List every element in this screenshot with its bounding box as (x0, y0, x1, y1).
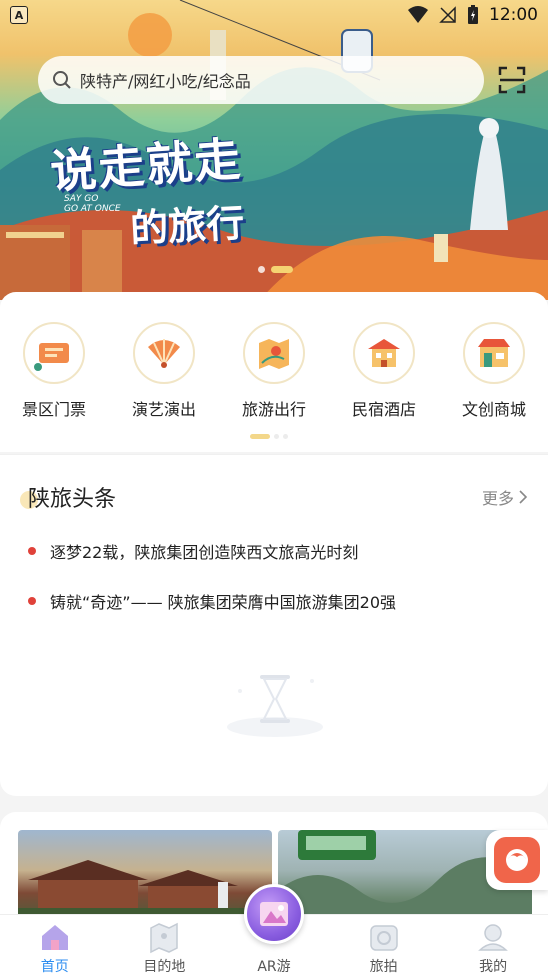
banner-headline-line1: 说走就走 (48, 131, 244, 199)
news-item-text: 铸就“奇迹”—— 陕旅集团荣膺中国旅游集团20强 (50, 593, 397, 612)
profile-icon (478, 924, 509, 951)
camera-icon (369, 925, 398, 951)
home-icon (41, 925, 68, 950)
category-dot-active (250, 434, 270, 439)
news-card: 陕旅头条 更多 逐梦22载，陕旅集团创造陕西文旅高光时刻 铸就“奇迹”—— 陕旅… (0, 454, 548, 796)
category-label: 演艺演出 (131, 400, 196, 419)
banner-subline: SAY GO GO AT ONCE (64, 194, 121, 214)
status-bar: A 12:00 (0, 0, 548, 30)
ar-center-button[interactable] (244, 884, 304, 944)
category-pagination (250, 434, 288, 439)
tab-home[interactable]: 首页 (0, 915, 110, 976)
tab-profile[interactable]: 我的 (438, 915, 548, 976)
tab-destination[interactable]: 目的地 (110, 915, 220, 976)
assistant-float-button[interactable] (486, 830, 548, 890)
search-icon (53, 71, 71, 89)
hourglass-icon (227, 675, 323, 737)
category-shows[interactable]: 演艺演出 (120, 322, 208, 420)
banner-carousel[interactable]: A 12:00 陕特产/网红小吃/纪念品 说走就走 的旅行 SAY GO GO … (0, 0, 548, 300)
app-notification-icon: A (10, 6, 28, 24)
scan-icon[interactable] (498, 66, 526, 94)
news-section-title: 陕旅头条 (28, 487, 117, 512)
news-more-link[interactable]: 更多 (482, 485, 528, 509)
category-card: 景区门票 演艺演出 旅游出行 民宿酒店 文创商城 (0, 292, 548, 452)
category-label: 民宿酒店 (351, 400, 416, 419)
chevron-right-icon (519, 490, 528, 504)
news-item-text: 逐梦22载，陕旅集团创造陕西文旅高光时刻 (50, 543, 359, 562)
news-item[interactable]: 铸就“奇迹”—— 陕旅集团荣膺中国旅游集团20强 (28, 589, 396, 613)
tab-label: 目的地 (143, 959, 186, 975)
category-shop[interactable]: 文创商城 (450, 322, 538, 420)
destination-icon (150, 922, 179, 954)
banner-dot-active (271, 266, 293, 273)
banner-headline-line2: 的旅行 (129, 199, 246, 251)
category-travel[interactable]: 旅游出行 (230, 322, 318, 420)
category-label: 旅游出行 (241, 400, 306, 419)
fan-icon (133, 322, 195, 384)
category-dot (283, 434, 288, 439)
tab-label: 首页 (40, 959, 69, 975)
category-dot (274, 434, 279, 439)
banner-headline: 说走就走 的旅行 (49, 128, 280, 251)
category-hotels[interactable]: 民宿酒店 (340, 322, 428, 420)
category-label: 文创商城 (461, 400, 526, 419)
news-bullet (28, 547, 36, 555)
banner-subline1: SAY GO (64, 194, 99, 204)
category-tickets[interactable]: 景区门票 (10, 322, 98, 420)
shop-icon (463, 322, 525, 384)
banner-subline2: GO AT ONCE (64, 204, 121, 214)
featured-photo-temple[interactable] (18, 830, 272, 920)
tab-label: AR游 (257, 959, 291, 975)
status-time: 12:00 (489, 5, 538, 25)
banner-pagination (258, 266, 293, 273)
battery-icon (468, 5, 478, 24)
news-bullet (28, 597, 36, 605)
search-input[interactable]: 陕特产/网红小吃/纪念品 (38, 56, 484, 104)
ar-icon (260, 902, 288, 926)
banner-dot (258, 266, 265, 273)
assistant-avatar-icon (506, 849, 528, 871)
tab-label: 旅拍 (369, 959, 398, 975)
tab-photo[interactable]: 旅拍 (329, 915, 439, 976)
signal-icon (439, 6, 456, 23)
wifi-icon (408, 6, 428, 23)
map-icon (243, 322, 305, 384)
news-more-label: 更多 (481, 489, 514, 508)
hotel-icon (353, 322, 415, 384)
news-item[interactable]: 逐梦22载，陕旅集团创造陕西文旅高光时刻 (28, 539, 358, 563)
category-row: 景区门票 演艺演出 旅游出行 民宿酒店 文创商城 (0, 292, 548, 420)
category-label: 景区门票 (21, 400, 86, 419)
ticket-icon (23, 322, 85, 384)
tab-label: 我的 (479, 959, 508, 975)
search-placeholder: 陕特产/网红小吃/纪念品 (80, 72, 251, 91)
app-screen: A 12:00 陕特产/网红小吃/纪念品 说走就走 的旅行 SAY GO GO … (0, 0, 548, 976)
